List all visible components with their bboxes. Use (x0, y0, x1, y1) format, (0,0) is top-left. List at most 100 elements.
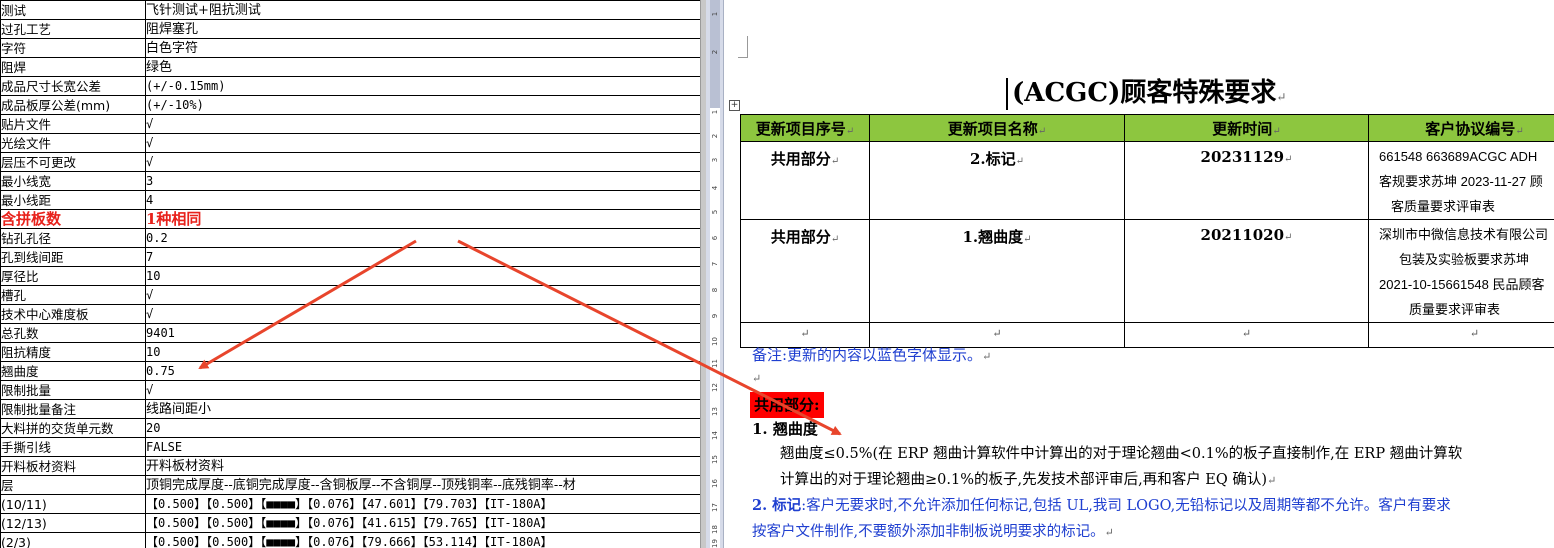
cell-name: 2.标记↵ (869, 141, 1125, 220)
sheet-label-cell[interactable]: (12/13) (0, 513, 146, 533)
sheet-value-cell[interactable]: √ (145, 380, 700, 400)
ruler-tick: 10 (711, 337, 719, 346)
table-row: 共用部分↵ 1.翘曲度↵ 20211020↵ 深圳市中微信息技术有限公司 包装及… (740, 219, 1554, 323)
ruler-tick: 2 (711, 133, 719, 139)
empty-cell: ↵ (1124, 322, 1369, 348)
sheet-value-cell[interactable]: 9401 (145, 323, 700, 343)
sheet-value-cell[interactable]: (+/-0.15mm) (145, 76, 700, 96)
sheet-value-cell[interactable]: 开料板材资料 (145, 456, 700, 476)
ruler-tick: 3 (711, 157, 719, 163)
sheet-value-cell[interactable]: 0.75 (145, 361, 700, 381)
sheet-row: 光绘文件 √ (0, 133, 700, 153)
ruler-tick: 2 (711, 49, 719, 55)
table-move-handle-icon[interactable]: + (729, 100, 740, 111)
sheet-label-cell[interactable]: 阻抗精度 (0, 342, 146, 362)
header-agreement: 客户协议编号↵ (1368, 114, 1554, 142)
sheet-value-cell[interactable]: √ (145, 304, 700, 324)
sheet-row: 限制批量备注 线路间距小 (0, 399, 700, 419)
header-seq: 更新项目序号↵ (740, 114, 870, 142)
sheet-label-cell[interactable]: 技术中心难度板 (0, 304, 146, 324)
item1-body-line2: 计算出的对于理论翘曲≥0.1%的板子,先发技术部评审后,再和客户 EQ 确认)↵ (780, 472, 1277, 488)
sheet-label-cell[interactable]: 钻孔孔径 (0, 228, 146, 248)
item1-title: 1. 翘曲度 (752, 420, 818, 438)
sheet-value-cell[interactable]: 线路间距小 (145, 399, 700, 419)
sheet-value-cell[interactable]: 【0.500】【0.500】【■■■■】【0.076】【79.666】【53.1… (145, 532, 700, 548)
sheet-label-cell[interactable]: 阻焊 (0, 57, 146, 77)
sheet-row: 最小线距 4 (0, 190, 700, 210)
item2-line1: 2. 标记:客户无要求时,不允许添加任何标记,包括 UL,我司 LOGO,无铅标… (752, 497, 1451, 514)
sheet-value-cell[interactable]: 飞针测试+阻抗测试 (145, 0, 700, 20)
item2-label: 2. 标记 (752, 497, 802, 514)
sheet-label-cell[interactable]: 测试 (0, 0, 146, 20)
sheet-value-cell[interactable]: 7 (145, 247, 700, 267)
sheet-value-cell[interactable]: 0.2 (145, 228, 700, 248)
cell-agreement: 661548 663689ACGC ADH 客规要求苏坤 2023-11-27 … (1368, 141, 1554, 220)
sheet-label-cell[interactable]: 翘曲度 (0, 361, 146, 381)
sheet-row: 翘曲度 0.75 (0, 361, 700, 381)
sheet-value-cell[interactable]: 20 (145, 418, 700, 438)
sheet-value-cell[interactable]: 阻焊塞孔 (145, 19, 700, 39)
sheet-label-cell[interactable]: (2/3) (0, 532, 146, 548)
ruler-tick: 18 (711, 525, 719, 534)
sheet-value-cell[interactable]: 10 (145, 342, 700, 362)
sheet-value-cell[interactable]: 绿色 (145, 57, 700, 77)
sheet-value-cell[interactable]: √ (145, 114, 700, 134)
sheet-label-cell[interactable]: 最小线距 (0, 190, 146, 210)
sheet-label-cell[interactable]: 光绘文件 (0, 133, 146, 153)
sheet-value-cell[interactable]: 10 (145, 266, 700, 286)
sheet-label-cell[interactable]: 限制批量 (0, 380, 146, 400)
sheet-value-cell[interactable]: 【0.500】【0.500】【■■■■】【0.076】【41.615】【79.7… (145, 513, 700, 533)
sheet-row: 贴片文件 √ (0, 114, 700, 134)
sheet-label-cell[interactable]: 限制批量备注 (0, 399, 146, 419)
sheet-label-cell[interactable]: 贴片文件 (0, 114, 146, 134)
sheet-label-cell[interactable]: 过孔工艺 (0, 19, 146, 39)
sheet-label-cell[interactable]: 厚径比 (0, 266, 146, 286)
sheet-value-cell[interactable]: 1种相同 (145, 209, 700, 229)
cell-seq: 共用部分↵ (740, 141, 870, 220)
sheet-label-cell[interactable]: 孔到线间距 (0, 247, 146, 267)
sheet-value-cell[interactable]: 【0.500】【0.500】【■■■■】【0.076】【47.601】【79.7… (145, 494, 700, 514)
sheet-label-cell[interactable]: 手撕引线 (0, 437, 146, 457)
sheet-label-cell[interactable]: 槽孔 (0, 285, 146, 305)
sheet-label-cell[interactable]: 字符 (0, 38, 146, 58)
sheet-value-cell[interactable]: 3 (145, 171, 700, 191)
sheet-label-cell[interactable]: 开料板材资料 (0, 456, 146, 476)
sheet-label-cell[interactable]: 大料拼的交货单元数 (0, 418, 146, 438)
sheet-row: 技术中心难度板 √ (0, 304, 700, 324)
item1-body-line1: 翘曲度≤0.5%(在 ERP 翘曲计算软件中计算出的对于理论翘曲<0.1%的板子… (780, 446, 1463, 462)
sheet-label-cell[interactable]: 层压不可更改 (0, 152, 146, 172)
sheet-value-cell[interactable]: (+/-10%) (145, 95, 700, 115)
sheet-label-cell[interactable]: 最小线宽 (0, 171, 146, 191)
sheet-row: 层压不可更改 √ (0, 152, 700, 172)
sheet-label-cell[interactable]: 层 (0, 475, 146, 495)
sheet-label-cell[interactable]: 成品板厚公差(mm) (0, 95, 146, 115)
cell-name: 1.翘曲度↵ (869, 219, 1125, 323)
sheet-row: 过孔工艺 阻焊塞孔 (0, 19, 700, 39)
ruler-tick: 19 (711, 539, 719, 548)
sheet-row: 开料板材资料 开料板材资料 (0, 456, 700, 476)
sheet-row: 厚径比 10 (0, 266, 700, 286)
note-text: 备注:更新的内容以蓝色字体显示。↵ (752, 346, 992, 364)
sheet-row: 总孔数 9401 (0, 323, 700, 343)
sheet-label-cell[interactable]: (10/11) (0, 494, 146, 514)
sheet-value-cell[interactable]: 顶铜完成厚度--底铜完成厚度--含铜板厚--不含铜厚--顶残铜率--底残铜率--… (145, 475, 700, 495)
document-title: (ACGC)顾客特殊要求↵ (1006, 72, 1286, 110)
sheet-label-cell[interactable]: 含拼板数 (0, 209, 146, 229)
empty-cell: ↵ (1368, 322, 1554, 348)
sheet-value-cell[interactable]: √ (145, 285, 700, 305)
sheet-value-cell[interactable]: √ (145, 152, 700, 172)
sheet-value-cell[interactable]: 4 (145, 190, 700, 210)
sheet-value-cell[interactable]: FALSE (145, 437, 700, 457)
sheet-label-cell[interactable]: 成品尺寸长宽公差 (0, 76, 146, 96)
empty-paragraph: ↵ (752, 372, 762, 385)
sheet-value-cell[interactable]: 白色字符 (145, 38, 700, 58)
sheet-row: 限制批量 √ (0, 380, 700, 400)
ruler-tick: 1 (711, 109, 719, 115)
document-page: + (ACGC)顾客特殊要求↵ 更新项目序号↵ 更新项目名称↵ 更新时间↵ 客户… (724, 0, 1554, 548)
sheet-value-cell[interactable]: √ (145, 133, 700, 153)
sheet-row: 阻焊 绿色 (0, 57, 700, 77)
vertical-ruler: 1 2 1 2 3 4 5 6 7 8 9 10 11 12 13 14 15 16 17 18 19 (706, 0, 724, 548)
sheet-row: 含拼板数 1种相同 (0, 209, 700, 229)
sheet-label-cell[interactable]: 总孔数 (0, 323, 146, 343)
ruler-tick: 15 (711, 455, 719, 464)
